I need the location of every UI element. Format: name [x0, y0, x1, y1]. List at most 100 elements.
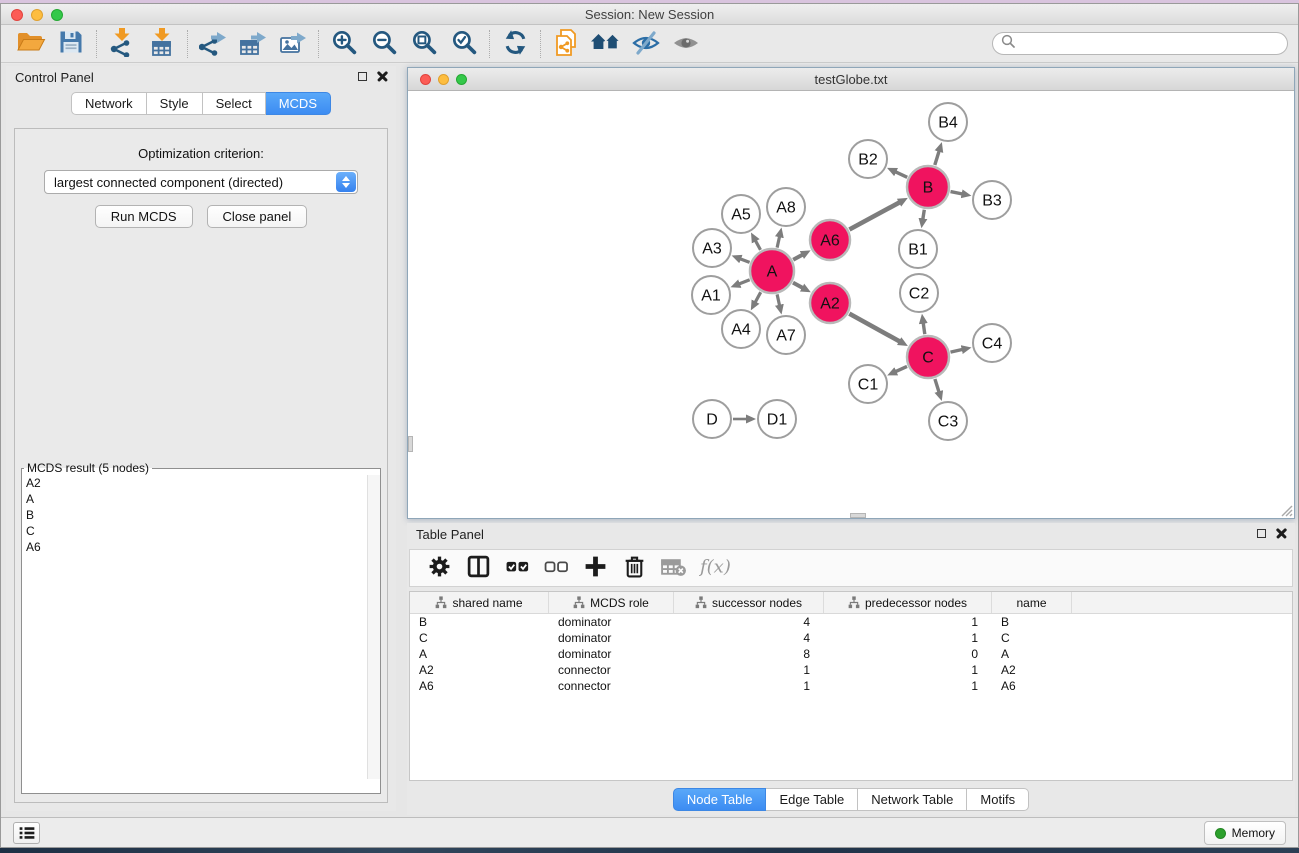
table-row[interactable]: Cdominator41C — [410, 630, 1292, 646]
node-C[interactable]: C — [907, 336, 949, 378]
hide-selected-button[interactable] — [626, 27, 666, 61]
node-C4[interactable]: C4 — [973, 324, 1011, 362]
edge-A-A8[interactable] — [777, 236, 780, 247]
mcds-result-item[interactable]: A6 — [22, 539, 380, 555]
close-table-panel-icon[interactable] — [1276, 528, 1287, 539]
tab-motifs[interactable]: Motifs — [967, 788, 1029, 811]
edge-A-A5[interactable] — [755, 240, 760, 250]
table-row[interactable]: Adominator80A — [410, 646, 1292, 662]
column-header-predecessor-nodes[interactable]: predecessor nodes — [824, 592, 992, 613]
mcds-result-item[interactable]: A2 — [22, 475, 380, 491]
minimize-window-button[interactable] — [31, 9, 43, 21]
edge-B-B2[interactable] — [895, 172, 907, 178]
table-row[interactable]: A2connector11A2 — [410, 662, 1292, 678]
table-row[interactable]: Bdominator41B — [410, 614, 1292, 630]
resize-grip-icon[interactable] — [1279, 503, 1293, 517]
network-close-button[interactable] — [420, 74, 431, 85]
node-D[interactable]: D — [693, 400, 731, 438]
edge-A-A3[interactable] — [740, 259, 750, 263]
tab-select[interactable]: Select — [203, 92, 266, 115]
edge-A-A4[interactable] — [755, 292, 761, 302]
node-A8[interactable]: A8 — [767, 188, 805, 226]
node-A3[interactable]: A3 — [693, 229, 731, 267]
mcds-result-item[interactable]: A — [22, 491, 380, 507]
edge-C-C3[interactable] — [935, 379, 939, 392]
edge-A-A7[interactable] — [777, 294, 780, 305]
panel-handle-bottom[interactable] — [850, 513, 866, 518]
node-A7[interactable]: A7 — [767, 316, 805, 354]
column-header-successor-nodes[interactable]: successor nodes — [674, 592, 824, 613]
refresh-button[interactable] — [495, 27, 535, 61]
node-A1[interactable]: A1 — [692, 276, 730, 314]
edge-B-B4[interactable] — [935, 151, 939, 165]
tab-network-table[interactable]: Network Table — [858, 788, 967, 811]
delete-row-button[interactable] — [619, 553, 649, 583]
edge-C-C1[interactable] — [895, 366, 907, 371]
node-C2[interactable]: C2 — [900, 274, 938, 312]
node-B1[interactable]: B1 — [899, 230, 937, 268]
tab-style[interactable]: Style — [147, 92, 203, 115]
node-B3[interactable]: B3 — [973, 181, 1011, 219]
gear-button[interactable] — [424, 553, 454, 583]
tab-mcds[interactable]: MCDS — [266, 92, 331, 115]
zoom-selected-button[interactable] — [444, 27, 484, 61]
optimization-criterion-dropdown[interactable]: largest connected component (directed) — [44, 170, 358, 194]
search-input[interactable] — [1020, 37, 1279, 51]
select-all-button[interactable] — [502, 553, 532, 583]
network-canvas[interactable]: B4 B2 B B3 A8A5 A6 B1 A3 A A1 C2 A2 A4A7 C4 C C1 C3 D D1 — [408, 91, 1294, 518]
column-header-shared-name[interactable]: shared name — [410, 592, 549, 613]
tab-node-table[interactable]: Node Table — [673, 788, 767, 811]
columns-button[interactable] — [463, 553, 493, 583]
zoom-in-button[interactable] — [324, 27, 364, 61]
close-panel-button[interactable]: Close panel — [207, 205, 308, 228]
add-row-button[interactable] — [580, 553, 610, 583]
show-panels-button[interactable] — [13, 822, 40, 844]
network-graph[interactable]: B4 B2 B B3 A8A5 A6 B1 A3 A A1 C2 A2 A4A7 C4 C C1 C3 D D1 — [408, 91, 1294, 518]
node-A5[interactable]: A5 — [722, 195, 760, 233]
node-C1[interactable]: C1 — [849, 365, 887, 403]
network-maximize-button[interactable] — [456, 74, 467, 85]
save-button[interactable] — [51, 27, 91, 61]
search-box[interactable] — [992, 32, 1288, 55]
node-C3[interactable]: C3 — [929, 402, 967, 440]
node-A2[interactable]: A2 — [810, 283, 850, 323]
column-header-MCDS-role[interactable]: MCDS role — [549, 592, 674, 613]
edge-A-A6[interactable] — [793, 255, 803, 260]
edge-A2-C[interactable] — [849, 314, 900, 342]
run-mcds-button[interactable]: Run MCDS — [95, 205, 193, 228]
node-B4[interactable]: B4 — [929, 103, 967, 141]
close-window-button[interactable] — [11, 9, 23, 21]
panel-handle-left[interactable] — [408, 436, 413, 452]
mcds-result-item[interactable]: C — [22, 523, 380, 539]
import-table-button[interactable] — [142, 27, 182, 61]
zoom-out-button[interactable] — [364, 27, 404, 61]
edge-C-C2[interactable] — [923, 323, 925, 335]
open-file-button[interactable] — [11, 27, 51, 61]
node-B2[interactable]: B2 — [849, 140, 887, 178]
edge-A6-B[interactable] — [849, 202, 900, 229]
node-D1[interactable]: D1 — [758, 400, 796, 438]
node-A6[interactable]: A6 — [810, 220, 850, 260]
edge-B-B3[interactable] — [951, 192, 963, 194]
node-A[interactable]: A — [750, 249, 794, 293]
tab-network[interactable]: Network — [71, 92, 147, 115]
edge-A-A1[interactable] — [739, 280, 750, 284]
float-table-panel-icon[interactable] — [1257, 529, 1266, 538]
export-network-button[interactable] — [193, 27, 233, 61]
tab-edge-table[interactable]: Edge Table — [766, 788, 858, 811]
node-B[interactable]: B — [907, 166, 949, 208]
close-panel-icon[interactable] — [377, 71, 388, 82]
network-window-titlebar[interactable]: testGlobe.txt — [408, 68, 1294, 91]
network-minimize-button[interactable] — [438, 74, 449, 85]
new-network-selection-button[interactable] — [546, 27, 586, 61]
zoom-fit-button[interactable] — [404, 27, 444, 61]
mcds-result-item[interactable]: B — [22, 507, 380, 523]
result-scrollbar[interactable] — [367, 475, 380, 779]
edge-C-C4[interactable] — [951, 349, 963, 352]
deselect-all-button[interactable] — [541, 553, 571, 583]
node-A4[interactable]: A4 — [722, 310, 760, 348]
edge-A-A2[interactable] — [793, 283, 803, 288]
column-header-name[interactable]: name — [992, 592, 1072, 613]
memory-button[interactable]: Memory — [1204, 821, 1286, 845]
edge-B-B1[interactable] — [923, 210, 925, 220]
